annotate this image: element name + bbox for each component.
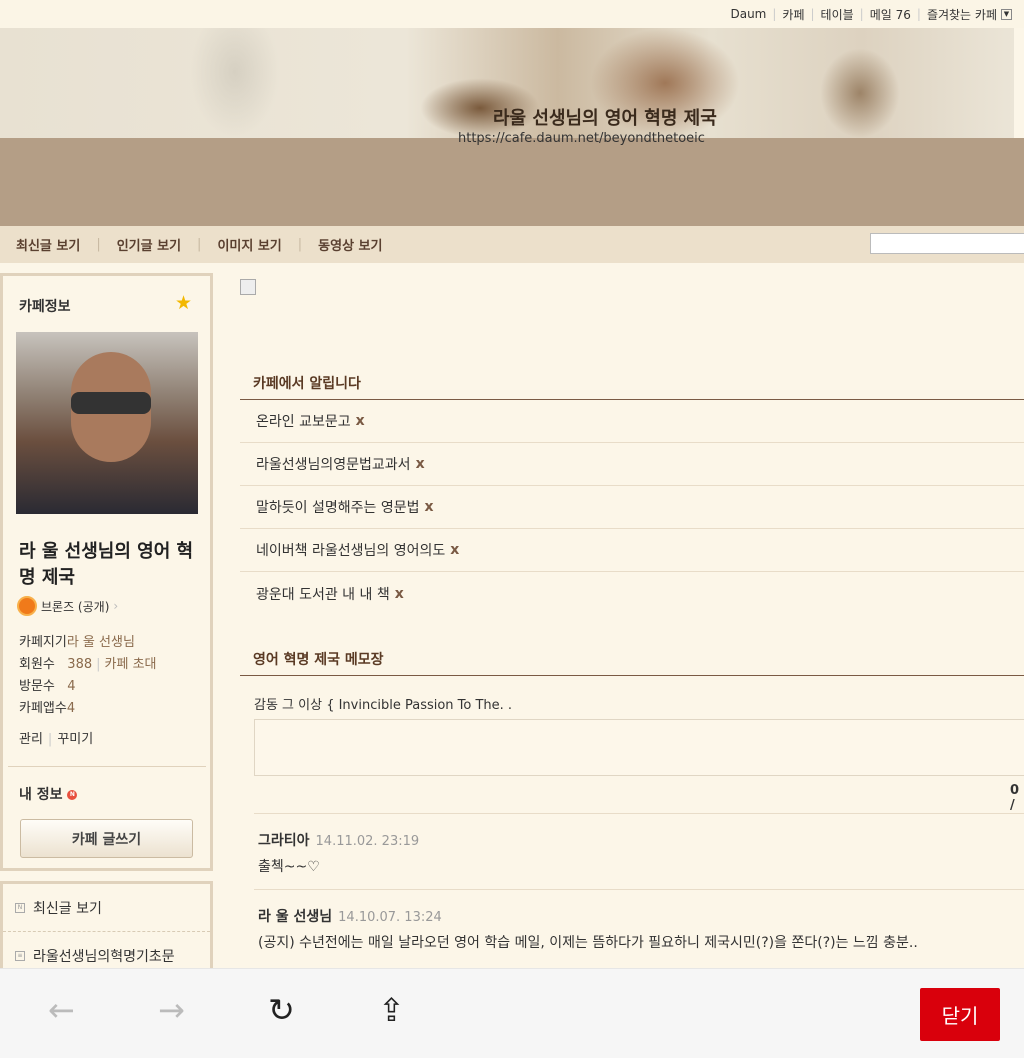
notice-item[interactable]: 라울선생님의영문법교과서 x: [240, 443, 1024, 486]
broken-image-icon: [240, 279, 256, 295]
notice-item[interactable]: 온라인 교보문고 x: [240, 400, 1024, 443]
visits-count: 4: [67, 679, 76, 694]
new-badge-icon: N: [67, 790, 78, 800]
memo-comment: 그라티아 14.11.02. 23:19 출첵~~♡: [254, 813, 1024, 892]
table-link[interactable]: 테이블: [821, 6, 854, 23]
cafe-link[interactable]: 카페: [782, 6, 804, 23]
comment-time: 14.10.07. 13:24: [338, 910, 442, 925]
menu-item[interactable]: N 최신글 보기: [3, 884, 210, 932]
board-icon: ≡: [15, 950, 25, 961]
menu-label: 최신글 보기: [33, 900, 102, 917]
close-button[interactable]: 닫기: [920, 988, 1000, 1041]
banner-title: 라울 선생님의 영어 혁명 제국: [493, 108, 717, 129]
manager-name[interactable]: 라 울 선생님: [67, 635, 135, 650]
app-label: 카페앱수: [19, 701, 67, 716]
star-icon[interactable]: ★: [175, 292, 192, 314]
share-icon[interactable]: ⇪: [378, 991, 405, 1029]
grade-label: 브론즈 (공개): [41, 599, 110, 614]
notice-section: 카페에서 알립니다 온라인 교보문고 x 라울선생님의영문법교과서 x 말하듯이 설…: [240, 373, 1024, 615]
comment-author[interactable]: 라 울 선생님: [258, 909, 332, 925]
invite-link[interactable]: 카페 초대: [105, 657, 157, 672]
comment-body: (공지) 수년전에는 매일 날라오던 영어 학습 메일, 이제는 뜸하다가 필요…: [258, 935, 918, 951]
memo-comment: 라 울 선생님 14.10.07. 13:24 (공지) 수년전에는 매일 날라오…: [254, 889, 1024, 968]
new-icon: N: [15, 902, 25, 913]
members-label: 회원수: [19, 657, 55, 672]
char-count: 0 /: [1010, 783, 1020, 813]
notice-item[interactable]: 말하듯이 설명해주는 영문법 x: [240, 486, 1024, 529]
favorite-cafe-link[interactable]: 즐겨찾는 카페: [927, 6, 997, 23]
my-info-link[interactable]: 내 정보: [19, 787, 63, 803]
memo-section: 영어 혁명 제국 메모장: [240, 649, 1024, 676]
search-input[interactable]: [870, 233, 1024, 254]
notice-title: 카페에서 알립니다: [240, 373, 1024, 400]
comment-time: 14.11.02. 23:19: [315, 834, 420, 849]
dropdown-icon[interactable]: ▼: [1001, 8, 1012, 20]
daum-link[interactable]: Daum: [730, 7, 766, 21]
cafe-nav: 최신글 보기 | 인기글 보기 | 이미지 보기 | 동영상 보기: [0, 226, 1024, 263]
board-menu: N 최신글 보기 ≡ 라울선생님의혁명기초문: [0, 881, 213, 981]
nav-images[interactable]: 이미지 보기: [217, 235, 281, 254]
write-post-button[interactable]: 카페 글쓰기: [20, 819, 193, 858]
grade[interactable]: 브론즈 (공개) ›: [17, 596, 118, 616]
nav-recent[interactable]: 최신글 보기: [16, 235, 80, 254]
browser-toolbar: ← → ↻ ⇪ 닫기: [0, 968, 1024, 1058]
decorate-link[interactable]: 꾸미기: [57, 732, 93, 747]
reload-icon[interactable]: ↻: [268, 991, 295, 1029]
cafe-name: 라 울 선생님의 영어 혁명 제국: [19, 541, 194, 588]
manage-link[interactable]: 관리: [19, 732, 43, 747]
manager-label: 카페지기: [19, 635, 67, 650]
comment-body: 출첵~~♡: [258, 859, 320, 875]
cafe-info-heading: 카페정보: [19, 299, 71, 315]
mail-link[interactable]: 메일 76: [870, 6, 911, 23]
forward-arrow-icon[interactable]: →: [158, 991, 185, 1029]
comment-author[interactable]: 그라티아: [258, 833, 310, 849]
app-count: 4: [66, 701, 76, 716]
cafe-profile-image: [16, 332, 198, 514]
memo-input[interactable]: [254, 719, 1024, 776]
memo-title: 영어 혁명 제국 메모장: [240, 649, 1024, 676]
nav-videos[interactable]: 동영상 보기: [318, 235, 382, 254]
top-bar: Daum | 카페 | 테이블 | 메일 76 | 즐겨찾는 카페 ▼: [0, 0, 1024, 28]
cafe-url[interactable]: https://cafe.daum.net/beyondthetoeic: [458, 131, 705, 146]
medal-icon: [17, 596, 37, 616]
back-arrow-icon[interactable]: ←: [48, 991, 75, 1029]
notice-item[interactable]: 광운대 도서관 내 내 책x: [240, 572, 1024, 615]
nav-popular[interactable]: 인기글 보기: [117, 235, 181, 254]
cafe-banner: 라울 선생님의 영어 혁명 제국: [0, 28, 1014, 138]
members-count: 388: [67, 657, 93, 672]
memo-intro: 감동 그 이상 { Invincible Passion To The. .: [254, 698, 513, 713]
banner-bottom: [0, 138, 1024, 226]
cafe-info-panel: 카페정보 ★ 라 울 선생님의 영어 혁명 제국 브론즈 (공개) › 카페지기라…: [0, 273, 213, 871]
notice-item[interactable]: 네이버책 라울선생님의 영어의도 x: [240, 529, 1024, 572]
menu-label: 라울선생님의혁명기초문: [33, 948, 175, 965]
visits-label: 방문수: [19, 679, 55, 694]
